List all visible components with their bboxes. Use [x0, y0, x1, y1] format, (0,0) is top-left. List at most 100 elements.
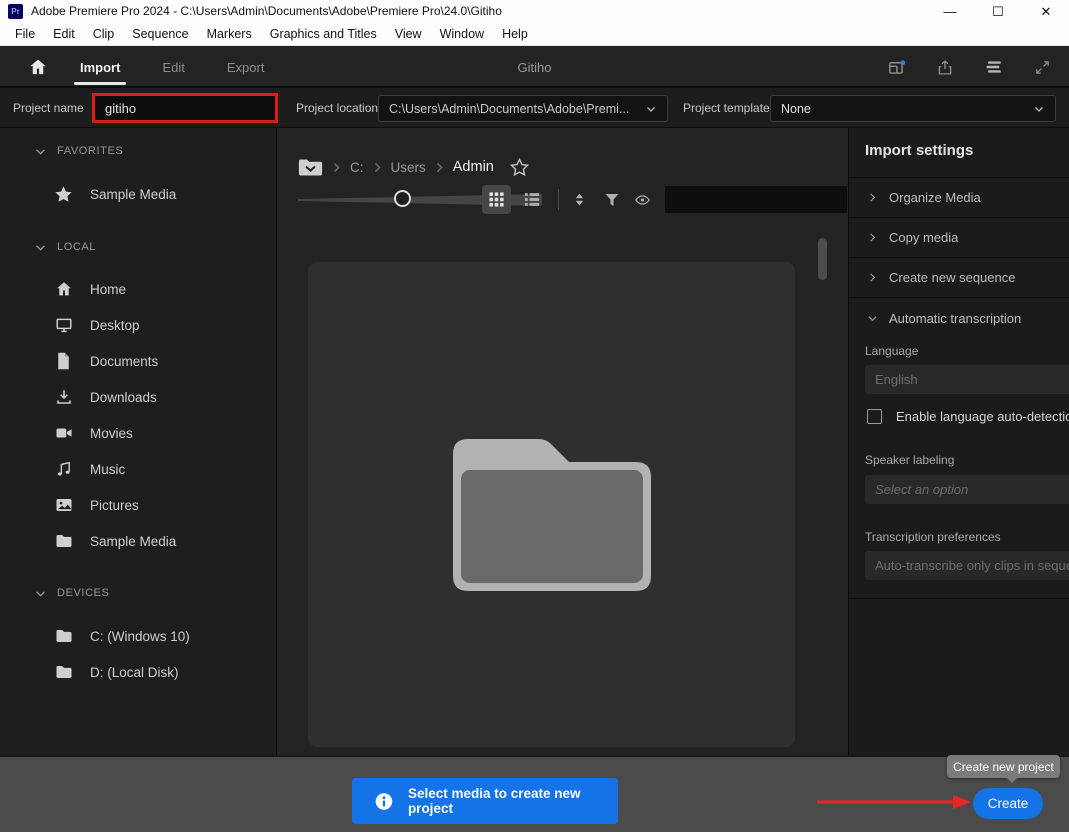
menu-bar: File Edit Clip Sequence Markers Graphics…	[0, 22, 1069, 46]
breadcrumb-drive[interactable]: C:	[350, 160, 364, 175]
sidebar-section-favorites[interactable]: FAVORITES	[34, 139, 123, 163]
sidebar-item-drive-c[interactable]: C: (Windows 10)	[54, 622, 190, 650]
menu-file[interactable]: File	[6, 24, 44, 44]
transcription-preferences-select[interactable]: Auto-transcribe only clips in sequenc	[865, 551, 1069, 580]
home-icon[interactable]	[28, 57, 48, 77]
close-button[interactable]: ✕	[1039, 5, 1053, 18]
menu-sequence[interactable]: Sequence	[123, 24, 197, 44]
import-settings-panel: Import settings Organize Media Copy medi…	[848, 128, 1069, 755]
workspace-notification-icon[interactable]	[887, 58, 906, 77]
locations-sidebar: FAVORITES Sample Media LOCAL Home	[0, 128, 277, 755]
browser-toolbar	[277, 184, 848, 216]
menu-markers[interactable]: Markers	[198, 24, 261, 44]
chevron-right-icon	[867, 192, 878, 203]
premiere-pro-window: Pr Adobe Premiere Pro 2024 - C:\Users\Ad…	[0, 0, 1069, 832]
chevron-right-icon	[867, 232, 878, 243]
preview-visibility-button[interactable]	[628, 185, 657, 214]
section-automatic-transcription[interactable]: Automatic transcription	[849, 298, 1069, 338]
window-title: Adobe Premiere Pro 2024 - C:\Users\Admin…	[31, 4, 943, 18]
sidebar-item-documents[interactable]: Documents	[54, 347, 158, 375]
language-select[interactable]: English	[865, 365, 1069, 394]
chevron-right-icon	[373, 162, 382, 173]
folder-icon	[54, 628, 73, 644]
project-location-dropdown[interactable]: C:\Users\Admin\Documents\Adobe\Premi...	[378, 95, 668, 122]
project-template-dropdown[interactable]: None	[770, 95, 1056, 122]
chevron-down-icon	[34, 241, 47, 254]
star-icon	[54, 185, 73, 204]
sidebar-item-movies[interactable]: Movies	[54, 419, 133, 447]
content-area: FAVORITES Sample Media LOCAL Home	[0, 128, 1069, 755]
menu-clip[interactable]: Clip	[84, 24, 124, 44]
slider-knob[interactable]	[394, 190, 411, 207]
image-icon	[54, 496, 73, 514]
grid-view-icon	[488, 191, 505, 208]
list-view-button[interactable]	[517, 185, 546, 214]
tab-import[interactable]: Import	[78, 49, 122, 86]
sort-button[interactable]	[565, 185, 594, 214]
search-input[interactable]	[680, 192, 856, 207]
filter-icon	[604, 192, 620, 208]
workspaces-icon[interactable]	[984, 58, 1004, 76]
sort-icon	[572, 191, 587, 208]
chevron-right-icon	[332, 162, 341, 173]
share-icon[interactable]	[936, 58, 954, 77]
auto-detect-row[interactable]: Enable language auto-detection	[867, 409, 1069, 424]
maximize-button[interactable]: ☐	[991, 5, 1005, 18]
chevron-right-icon	[435, 162, 444, 173]
search-box[interactable]	[665, 186, 847, 213]
transcription-preferences-label: Transcription preferences	[865, 530, 1001, 544]
sidebar-item-music[interactable]: Music	[54, 455, 125, 483]
project-name-input[interactable]	[92, 93, 278, 123]
home-icon	[54, 280, 73, 298]
music-note-icon	[54, 460, 73, 478]
import-settings-title: Import settings	[865, 142, 973, 159]
section-copy-media[interactable]: Copy media	[849, 218, 1069, 258]
header-action-icons	[887, 46, 1051, 88]
sidebar-item-drive-d[interactable]: D: (Local Disk)	[54, 658, 179, 686]
download-icon	[54, 388, 73, 406]
sidebar-item-sample-media-favorite[interactable]: Sample Media	[54, 180, 176, 208]
sidebar-item-desktop[interactable]: Desktop	[54, 311, 140, 339]
menu-help[interactable]: Help	[493, 24, 537, 44]
scrollbar-thumb[interactable]	[818, 238, 827, 280]
mode-tabs: Import Edit Export	[78, 46, 266, 88]
project-location-value: C:\Users\Admin\Documents\Adobe\Premi...	[389, 102, 645, 116]
menu-window[interactable]: Window	[431, 24, 493, 44]
speaker-labeling-select[interactable]: Select an option	[865, 475, 1069, 504]
premiere-app-icon: Pr	[8, 4, 23, 19]
menu-view[interactable]: View	[386, 24, 431, 44]
grid-view-button[interactable]	[482, 185, 511, 214]
sidebar-item-pictures[interactable]: Pictures	[54, 491, 139, 519]
breadcrumb-folder-icon[interactable]	[298, 157, 323, 178]
minimize-button[interactable]: —	[943, 5, 957, 18]
section-create-new-sequence[interactable]: Create new sequence	[849, 258, 1069, 298]
section-organize-media[interactable]: Organize Media	[849, 178, 1069, 218]
fullscreen-icon[interactable]	[1034, 59, 1051, 76]
chevron-down-icon	[645, 103, 657, 115]
folder-icon	[54, 664, 73, 680]
filter-button[interactable]	[597, 185, 626, 214]
favorite-star-icon[interactable]	[509, 157, 530, 178]
tab-export[interactable]: Export	[225, 49, 267, 86]
folder-icon	[54, 533, 73, 549]
project-settings-bar: Project name Project location C:\Users\A…	[0, 88, 1069, 128]
sidebar-item-home[interactable]: Home	[54, 275, 126, 303]
breadcrumb: C: Users Admin	[298, 154, 530, 180]
breadcrumb-folder[interactable]: Users	[391, 160, 426, 175]
auto-detect-checkbox[interactable]	[867, 409, 882, 424]
menu-edit[interactable]: Edit	[44, 24, 84, 44]
menu-graphics-and-titles[interactable]: Graphics and Titles	[261, 24, 386, 44]
chevron-down-icon	[34, 587, 47, 600]
document-icon	[54, 352, 73, 370]
sidebar-item-sample-media-folder[interactable]: Sample Media	[54, 527, 176, 555]
list-view-icon	[523, 191, 541, 208]
create-button[interactable]: Create	[973, 788, 1043, 819]
sidebar-section-devices[interactable]: DEVICES	[34, 581, 110, 605]
tab-edit[interactable]: Edit	[160, 49, 186, 86]
footer-bar: Select media to create new project Creat…	[0, 755, 1069, 832]
create-tooltip: Create new project	[947, 755, 1060, 778]
breadcrumb-current[interactable]: Admin	[453, 159, 494, 175]
project-template-value: None	[781, 102, 1033, 116]
sidebar-item-downloads[interactable]: Downloads	[54, 383, 157, 411]
sidebar-section-local[interactable]: LOCAL	[34, 235, 96, 259]
